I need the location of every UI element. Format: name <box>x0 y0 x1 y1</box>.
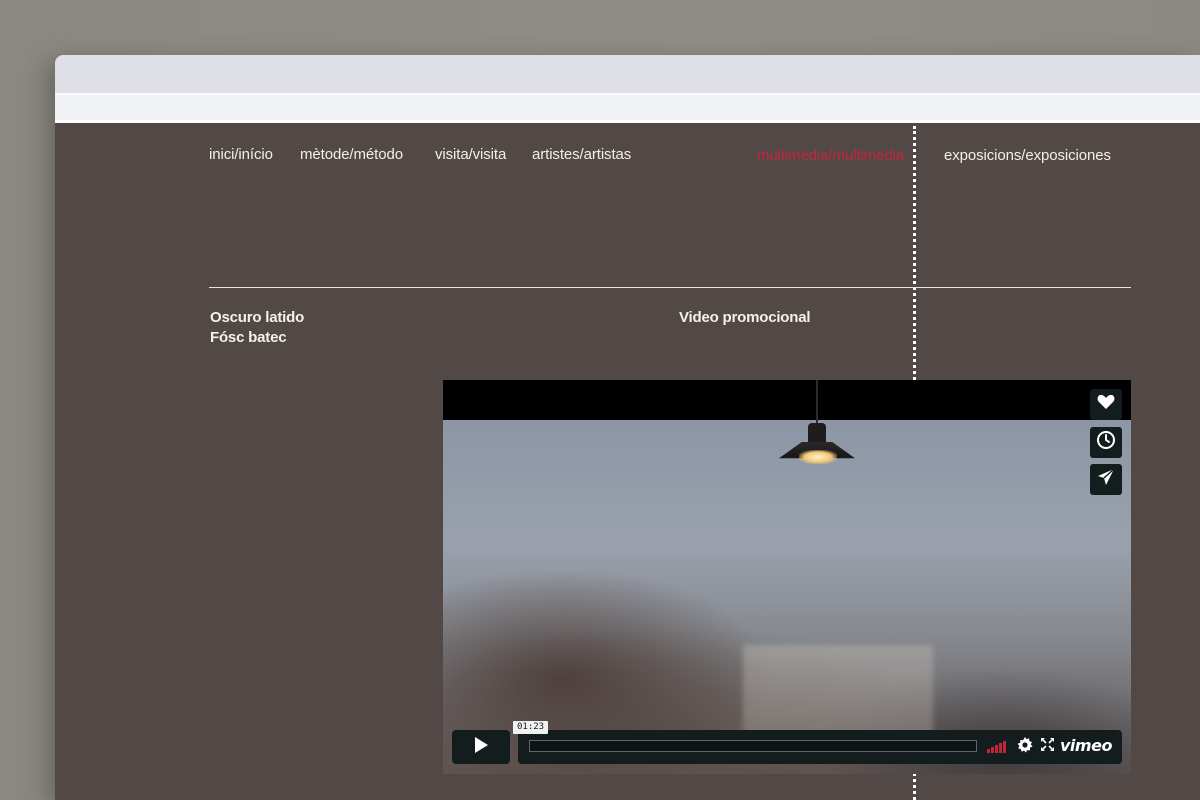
gear-icon <box>1017 736 1033 758</box>
heart-icon <box>1097 394 1115 415</box>
nav-item-inici[interactable]: inici/início <box>209 146 273 163</box>
section-divider <box>209 287 1131 288</box>
video-player[interactable]: 01:23 vimeo <box>443 380 1131 774</box>
settings-button[interactable] <box>1016 736 1034 758</box>
paper-plane-icon <box>1097 468 1115 491</box>
video-scene-lamp-socket <box>808 423 826 443</box>
browser-titlebar <box>55 55 1200 93</box>
nav-item-visita[interactable]: visita/visita <box>435 146 506 163</box>
play-button[interactable] <box>452 730 510 764</box>
share-button[interactable] <box>1090 464 1122 495</box>
video-title: Video promocional <box>679 309 811 326</box>
fullscreen-button[interactable] <box>1038 738 1056 756</box>
nav-item-multimedia[interactable]: multimèdia/multimedia <box>757 147 904 164</box>
clock-icon <box>1096 430 1116 455</box>
nav-item-metode[interactable]: mètode/método <box>300 146 403 163</box>
video-scene-lamp-glow <box>799 450 837 464</box>
browser-toolbar <box>55 93 1200 123</box>
fullscreen-icon <box>1040 738 1054 756</box>
play-icon <box>472 736 490 759</box>
like-button[interactable] <box>1090 389 1122 420</box>
nav-item-exposicions[interactable]: exposicions/exposiciones <box>944 147 1111 164</box>
section-title-ca: Fósc batec <box>210 329 287 346</box>
player-controls: 01:23 vimeo <box>452 721 1122 764</box>
video-scene-lamp-cord <box>816 380 818 425</box>
browser-window: inici/início mètode/método visita/visita… <box>55 55 1200 800</box>
section-title-es: Oscuro latido <box>210 309 305 326</box>
volume-control[interactable] <box>987 741 1009 753</box>
page-content: inici/início mètode/método visita/visita… <box>55 126 1200 800</box>
timecode-tooltip: 01:23 <box>513 721 549 734</box>
vimeo-logo[interactable]: vimeo <box>1060 736 1112 755</box>
progress-bar[interactable] <box>529 740 977 752</box>
watch-later-button[interactable] <box>1090 427 1122 458</box>
nav-item-artistes[interactable]: artistes/artistas <box>532 146 631 163</box>
